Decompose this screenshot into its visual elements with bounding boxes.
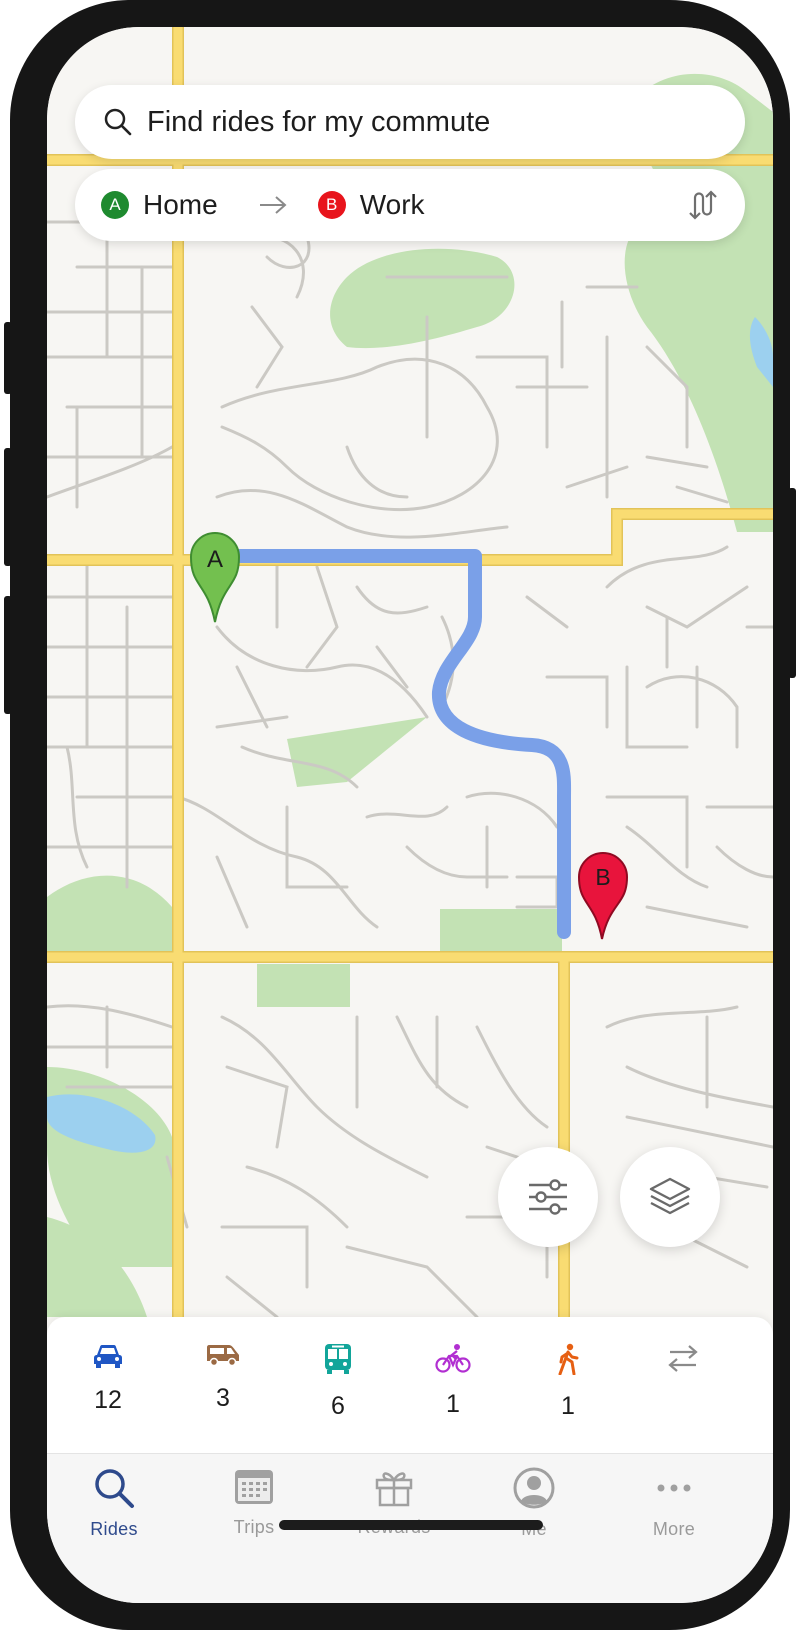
tab-more[interactable]: More [619,1466,729,1540]
screen: A B Find rides for my commute A Home B W… [47,27,773,1603]
water [47,317,773,1153]
mute-switch [4,322,12,394]
mode-swap[interactable] [638,1343,728,1390]
origin-pin-label: A [207,546,223,573]
van-icon [207,1345,239,1367]
mode-van-count: 3 [216,1384,230,1412]
walk-icon [558,1343,579,1376]
filter-button[interactable] [498,1147,598,1247]
profile-icon [513,1467,555,1509]
mode-walk[interactable]: 1 [523,1343,613,1421]
destination-label[interactable]: Work [360,189,425,221]
transport-modes: 12 3 6 1 1 [47,1317,773,1453]
mode-bike-count: 1 [446,1390,460,1418]
mode-bus[interactable]: 6 [293,1343,383,1421]
route-selector[interactable]: A Home B Work [75,169,745,241]
car-icon [94,1345,122,1368]
origin-badge: A [101,191,129,219]
mode-car[interactable]: 12 [63,1343,153,1415]
mode-bus-count: 6 [331,1392,345,1420]
gift-icon [375,1472,413,1507]
home-indicator[interactable] [279,1520,543,1530]
search-icon [104,108,132,136]
bike-icon [435,1344,471,1373]
arrow-right-icon [259,196,287,214]
search-bar[interactable]: Find rides for my commute [75,85,745,159]
sliders-icon [529,1179,567,1215]
destination-badge: B [317,191,346,219]
volume-up-button [4,448,12,566]
destination-pin[interactable]: B [577,852,629,940]
calendar-icon [235,1470,273,1504]
map-view[interactable]: A B Find rides for my commute A Home B W… [47,27,773,1317]
bus-icon [325,1344,351,1374]
mode-van[interactable]: 3 [178,1343,268,1413]
tab-rides[interactable]: Rides [59,1466,169,1540]
search-placeholder: Find rides for my commute [147,105,491,138]
power-button [788,488,796,678]
mode-walk-count: 1 [561,1392,575,1420]
swap-horizontal-icon [668,1345,698,1372]
search-icon [95,1469,134,1508]
more-dots-icon [657,1484,691,1492]
mode-bike[interactable]: 1 [408,1343,498,1419]
mode-car-count: 12 [94,1386,122,1414]
origin-pin[interactable]: A [189,532,241,623]
tab-more-label: More [652,1519,696,1539]
swap-route-icon[interactable] [685,188,719,222]
bottom-tab-bar: Rides Trips More [47,1453,773,1603]
destination-pin-label: B [595,864,610,890]
volume-down-button [4,596,12,714]
layers-icon [649,1177,691,1215]
tab-rides-label: Rides [90,1519,138,1539]
phone-frame: A B Find rides for my commute A Home B W… [4,0,796,1630]
origin-label[interactable]: Home [143,189,218,221]
layers-button[interactable] [620,1147,720,1247]
